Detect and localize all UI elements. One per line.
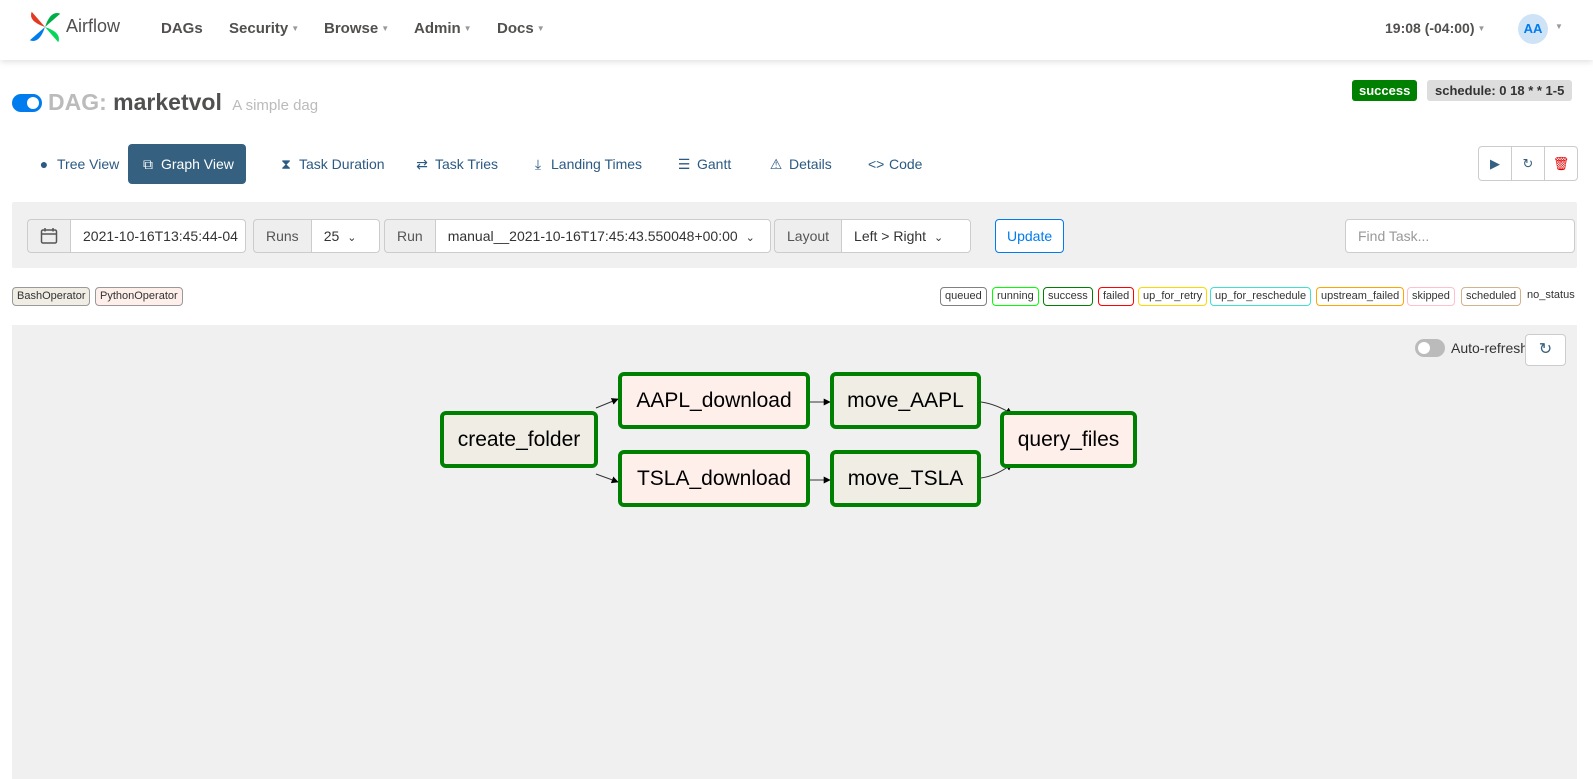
task-node-create-folder[interactable]: create_folder <box>440 411 598 468</box>
task-node-query-files[interactable]: query_files <box>1000 411 1137 468</box>
task-node-tsla-download[interactable]: TSLA_download <box>618 450 810 507</box>
edge-create-folder-aapl <box>595 398 619 409</box>
task-node-move-aapl[interactable]: move_AAPL <box>830 372 981 429</box>
task-node-move-tsla[interactable]: move_TSLA <box>830 450 981 507</box>
task-node-aapl-download[interactable]: AAPL_download <box>618 372 810 429</box>
edge-create-folder-tsla <box>595 473 619 484</box>
